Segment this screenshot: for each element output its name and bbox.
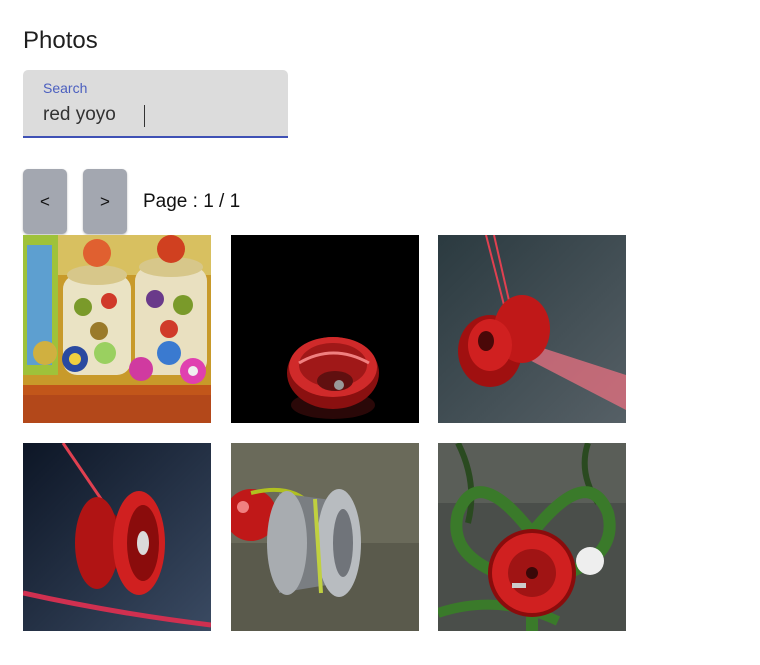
photo-red-yoyo-string (438, 235, 626, 423)
photo-thumbnail[interactable] (231, 235, 419, 423)
photo-red-yoyo-bamboo (438, 443, 626, 631)
photo-red-yoyo-closeup (23, 443, 211, 631)
page-indicator: Page : 1 / 1 (143, 191, 241, 212)
search-field[interactable]: Search (23, 70, 288, 138)
photo-silver-yoyo-red-ball (231, 443, 419, 631)
text-caret (144, 105, 145, 127)
next-page-button[interactable]: > (83, 169, 127, 234)
photo-thumbnail[interactable] (231, 443, 419, 631)
photo-thumbnail[interactable] (23, 443, 211, 631)
photo-red-yoyo-black (231, 235, 419, 423)
photo-thumbnail[interactable] (438, 235, 626, 423)
search-input[interactable] (43, 104, 263, 126)
search-label: Search (43, 80, 88, 96)
photo-thumbnail[interactable] (23, 235, 211, 423)
photo-cookie-jars-yoyos (23, 235, 211, 423)
photo-thumbnail[interactable] (438, 443, 626, 631)
prev-page-button[interactable]: < (23, 169, 67, 234)
page-title: Photos (23, 27, 98, 54)
